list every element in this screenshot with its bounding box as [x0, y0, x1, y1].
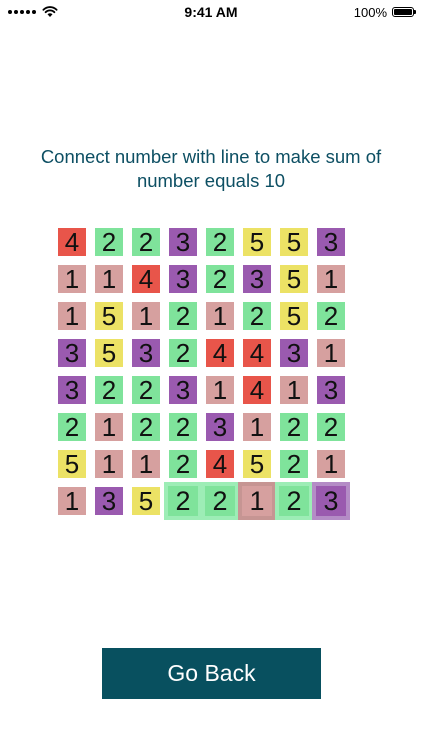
grid-tile[interactable]: 2	[280, 450, 308, 478]
grid-tile[interactable]: 2	[169, 302, 197, 330]
grid-tile[interactable]: 3	[58, 376, 86, 404]
status-bar: 9:41 AM 100%	[0, 0, 422, 24]
grid-tile[interactable]: 4	[243, 376, 271, 404]
grid-tile[interactable]: 1	[238, 482, 276, 520]
grid-tile[interactable]: 2	[280, 413, 308, 441]
grid-tile[interactable]: 3	[169, 265, 197, 293]
grid-tile[interactable]: 2	[243, 302, 271, 330]
grid-tile[interactable]: 2	[317, 302, 345, 330]
grid-tile[interactable]: 1	[317, 339, 345, 367]
grid-tile[interactable]: 1	[243, 413, 271, 441]
grid-tile[interactable]: 1	[58, 265, 86, 293]
grid-tile[interactable]: 3	[280, 339, 308, 367]
grid-tile[interactable]: 3	[169, 376, 197, 404]
grid-tile[interactable]: 1	[132, 450, 160, 478]
grid-tile[interactable]: 2	[206, 265, 234, 293]
grid-tile[interactable]: 4	[243, 339, 271, 367]
number-grid[interactable]: 4223255311432351151212523532443132231413…	[58, 228, 352, 520]
grid-tile[interactable]: 5	[280, 228, 308, 256]
grid-tile[interactable]: 4	[206, 339, 234, 367]
grid-tile[interactable]: 3	[312, 482, 350, 520]
go-back-button[interactable]: Go Back	[102, 648, 321, 699]
grid-tile[interactable]: 5	[95, 302, 123, 330]
grid-tile[interactable]: 1	[317, 450, 345, 478]
grid-tile[interactable]: 3	[243, 265, 271, 293]
grid-tile[interactable]: 3	[169, 228, 197, 256]
grid-tile[interactable]: 1	[58, 487, 86, 515]
instruction-text: Connect number with line to make sum of …	[40, 146, 382, 191]
battery-icon	[392, 7, 416, 17]
grid-tile[interactable]: 2	[58, 413, 86, 441]
grid-tile[interactable]: 2	[95, 376, 123, 404]
grid-tile[interactable]: 2	[95, 228, 123, 256]
grid-tile[interactable]: 2	[169, 339, 197, 367]
grid-tile[interactable]: 5	[95, 339, 123, 367]
grid-tile[interactable]: 2	[169, 450, 197, 478]
grid-tile[interactable]: 2	[164, 482, 202, 520]
grid-tile[interactable]: 2	[275, 482, 313, 520]
grid-tile[interactable]: 3	[317, 228, 345, 256]
grid-tile[interactable]: 4	[58, 228, 86, 256]
grid-tile[interactable]: 3	[317, 376, 345, 404]
grid-tile[interactable]: 2	[201, 482, 239, 520]
grid-tile[interactable]: 1	[206, 376, 234, 404]
grid-tile[interactable]: 2	[132, 376, 160, 404]
grid-tile[interactable]: 5	[58, 450, 86, 478]
grid-tile[interactable]: 3	[206, 413, 234, 441]
grid-tile[interactable]: 1	[95, 413, 123, 441]
grid-tile[interactable]: 2	[206, 228, 234, 256]
grid-tile[interactable]: 2	[132, 413, 160, 441]
battery-percent: 100%	[353, 4, 387, 20]
grid-tile[interactable]: 2	[169, 413, 197, 441]
grid-tile[interactable]: 1	[206, 302, 234, 330]
grid-tile[interactable]: 1	[95, 450, 123, 478]
grid-tile[interactable]: 1	[317, 265, 345, 293]
grid-tile[interactable]: 4	[132, 265, 160, 293]
grid-tile[interactable]: 3	[132, 339, 160, 367]
grid-tile[interactable]: 2	[132, 228, 160, 256]
grid-tile[interactable]: 4	[206, 450, 234, 478]
grid-tile[interactable]: 5	[132, 487, 160, 515]
grid-tile[interactable]: 3	[95, 487, 123, 515]
grid-tile[interactable]: 3	[58, 339, 86, 367]
grid-tile[interactable]: 1	[95, 265, 123, 293]
grid-tile[interactable]: 5	[243, 450, 271, 478]
grid-tile[interactable]: 1	[280, 376, 308, 404]
status-right: 100%	[353, 4, 416, 20]
grid-tile[interactable]: 2	[317, 413, 345, 441]
grid-tile[interactable]: 5	[280, 302, 308, 330]
grid-tile[interactable]: 1	[58, 302, 86, 330]
grid-tile[interactable]: 5	[243, 228, 271, 256]
grid-tile[interactable]: 5	[280, 265, 308, 293]
grid-tile[interactable]: 1	[132, 302, 160, 330]
